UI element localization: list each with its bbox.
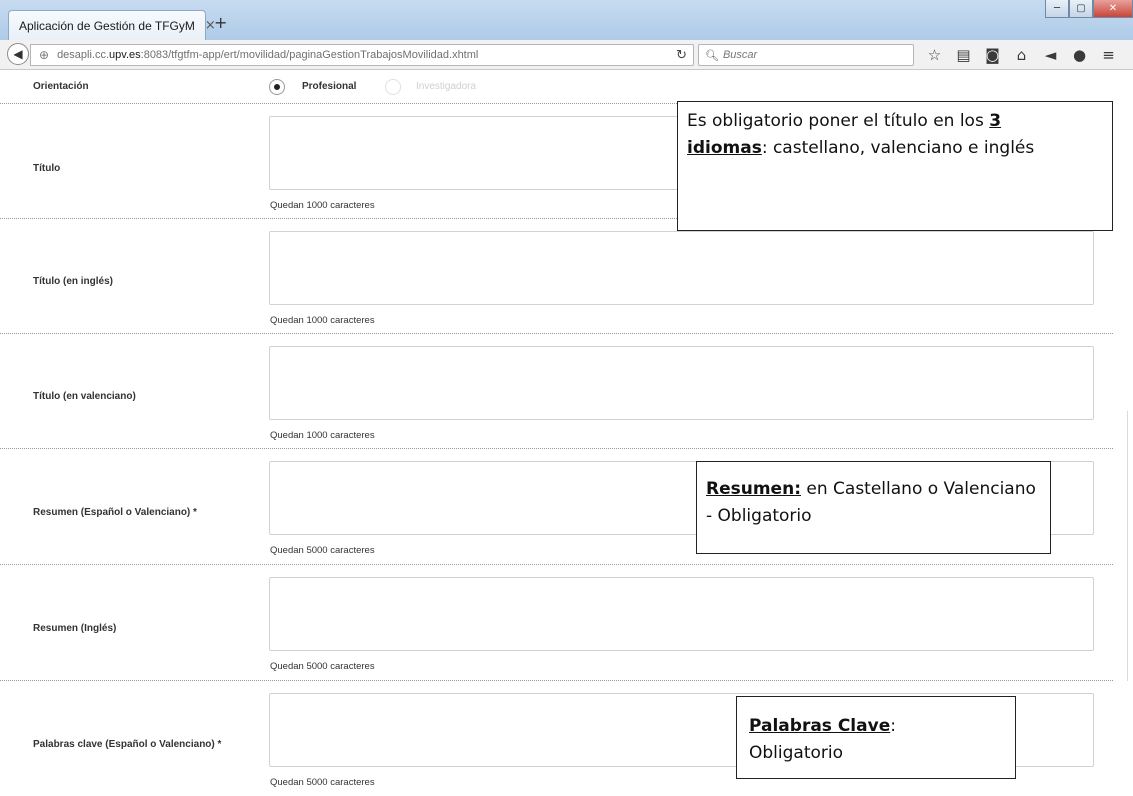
- char-counter: Quedan 1000 caracteres: [270, 315, 375, 326]
- url-host: upv.es: [109, 49, 141, 61]
- reading-list-icon[interactable]: ▤: [949, 44, 978, 66]
- address-bar[interactable]: ⊕ desapli.cc.upv.es:8083/tfgtfm-app/ert/…: [30, 44, 694, 66]
- menu-icon[interactable]: ≡: [1094, 44, 1123, 66]
- minimize-button[interactable]: ─: [1045, 0, 1069, 18]
- note-titulo-callout: Es obligatorio poner el título en los 3 i…: [677, 101, 1113, 231]
- send-icon[interactable]: ◄: [1036, 44, 1065, 66]
- field-label: Título (en inglés): [33, 276, 113, 287]
- note-bold: idiomas: [687, 138, 762, 158]
- field-titulo-ingles: Título (en inglés) Quedan 1000 caractere…: [0, 218, 1113, 333]
- url-path: :8083/tfgtfm-app/ert/movilidad/paginaGes…: [140, 49, 479, 61]
- toolbar-icons: ☆ ▤ ◙ ⌂ ◄ ● ≡: [920, 44, 1123, 66]
- scrollbar[interactable]: [1127, 411, 1133, 681]
- field-label: Título (en valenciano): [33, 391, 136, 402]
- char-counter: Quedan 1000 caracteres: [270, 200, 375, 211]
- titulo-valenciano-input[interactable]: [269, 346, 1094, 420]
- note-bold: Resumen:: [706, 479, 801, 499]
- search-icon: 🔍︎: [705, 48, 719, 62]
- field-label: Resumen (Español o Valenciano) *: [33, 507, 197, 518]
- char-counter: Quedan 5000 caracteres: [270, 545, 375, 556]
- field-titulo-valenciano: Título (en valenciano) Quedan 1000 carac…: [0, 333, 1113, 448]
- field-label: Palabras clave (Español o Valenciano) *: [33, 739, 222, 750]
- note-bold: Palabras Clave: [749, 716, 891, 736]
- orientation-row: Orientación Profesional Investigadora: [0, 71, 1113, 103]
- tab-title: Aplicación de Gestión de TFGyM: [19, 18, 195, 33]
- close-window-button[interactable]: ✕: [1093, 0, 1133, 18]
- search-placeholder: Buscar: [722, 49, 758, 61]
- star-icon[interactable]: ☆: [920, 44, 949, 66]
- orientation-label: Orientación: [33, 81, 89, 92]
- field-resumen-en: Resumen (Inglés) Quedan 5000 caracteres: [0, 564, 1113, 680]
- navigation-bar: ◀ ⊕ desapli.cc.upv.es:8083/tfgtfm-app/er…: [0, 40, 1133, 70]
- chat-icon[interactable]: ●: [1065, 44, 1094, 66]
- field-label: Título: [33, 163, 61, 174]
- resumen-en-input[interactable]: [269, 577, 1094, 651]
- titulo-ingles-input[interactable]: [269, 231, 1094, 305]
- home-icon[interactable]: ⌂: [1007, 44, 1036, 66]
- url-prefix: desapli.cc.: [57, 49, 110, 61]
- search-bar[interactable]: 🔍︎ Buscar: [698, 44, 914, 66]
- url-text: desapli.cc.upv.es:8083/tfgtfm-app/ert/mo…: [57, 49, 478, 61]
- reload-icon[interactable]: ↻: [676, 48, 687, 63]
- back-button[interactable]: ◀: [7, 43, 29, 65]
- note-resumen-callout: Resumen: en Castellano o Valenciano - Ob…: [696, 461, 1051, 554]
- char-counter: Quedan 5000 caracteres: [270, 661, 375, 672]
- char-counter: Quedan 5000 caracteres: [270, 777, 375, 788]
- note-bold: 3: [989, 111, 1002, 131]
- note-palabras-callout: Palabras Clave: Obligatorio: [736, 696, 1016, 779]
- note-text: :: [890, 716, 896, 736]
- radio-profesional[interactable]: [269, 79, 285, 95]
- site-info-icon[interactable]: ⊕: [39, 48, 49, 62]
- new-tab-button[interactable]: +: [214, 13, 227, 32]
- note-text: Obligatorio: [749, 743, 844, 763]
- maximize-button[interactable]: ▢: [1069, 0, 1093, 18]
- field-label: Resumen (Inglés): [33, 623, 117, 634]
- radio-investigadora: [385, 79, 401, 95]
- window-controls: ─ ▢ ✕: [1045, 0, 1133, 18]
- pocket-icon[interactable]: ◙: [978, 44, 1007, 66]
- back-arrow-icon: ◀: [13, 47, 23, 61]
- browser-tab[interactable]: Aplicación de Gestión de TFGyM ×: [8, 10, 216, 40]
- note-text: Es obligatorio poner el título en los: [687, 111, 990, 131]
- note-text: : castellano, valenciano e inglés: [761, 138, 1035, 158]
- radio-investigadora-label: Investigadora: [416, 81, 477, 92]
- window-titlebar: Aplicación de Gestión de TFGyM × + ─ ▢ ✕: [0, 0, 1133, 40]
- radio-profesional-label: Profesional: [302, 81, 357, 92]
- char-counter: Quedan 1000 caracteres: [270, 430, 375, 441]
